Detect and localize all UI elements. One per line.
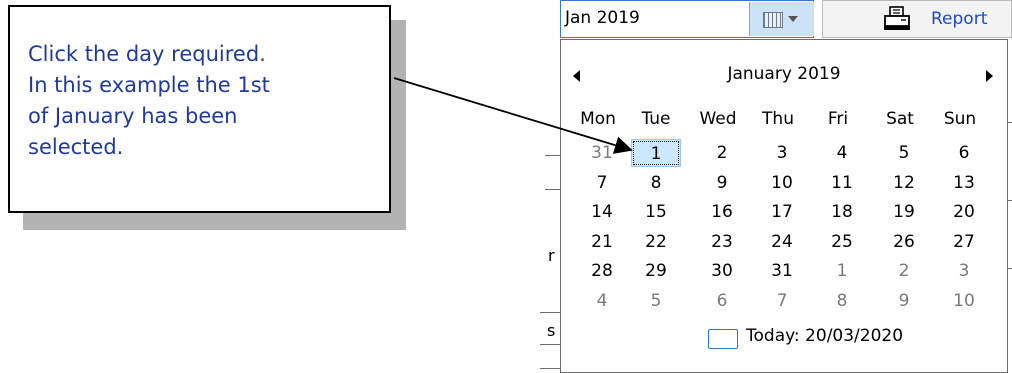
calendar-day[interactable]: 1 <box>631 139 681 167</box>
bg-fragment-s: s <box>547 321 556 340</box>
calendar-day[interactable]: 6 <box>935 139 993 167</box>
callout-text: Click the day required. In this example … <box>28 42 270 159</box>
calendar-day[interactable]: 4 <box>813 139 871 167</box>
month-date-picker[interactable]: Jan 2019 <box>560 0 814 38</box>
month-title[interactable]: January 2019 <box>561 64 1007 84</box>
today-label[interactable]: Today: 20/03/2020 <box>746 326 903 346</box>
calendar-day[interactable]: 19 <box>875 198 933 226</box>
calendar-day[interactable]: 31 <box>573 139 631 167</box>
calendar-day[interactable]: 1 <box>813 257 871 285</box>
calendar-day[interactable]: 21 <box>573 228 631 256</box>
calendar-day[interactable]: 28 <box>573 257 631 285</box>
weekday-label: Tue <box>641 109 671 129</box>
calendar-day[interactable]: 24 <box>753 228 811 256</box>
calendar-day[interactable]: 25 <box>813 228 871 256</box>
weekday-label: Sun <box>943 109 977 129</box>
today-indicator[interactable] <box>708 329 738 349</box>
bg-divider <box>545 189 560 190</box>
weekday-label: Sat <box>886 109 914 129</box>
calendar-day[interactable]: 18 <box>813 198 871 226</box>
printer-icon <box>884 6 910 30</box>
calendar-day[interactable]: 2 <box>875 257 933 285</box>
calendar-day[interactable]: 26 <box>875 228 933 256</box>
calendar-day[interactable]: 31 <box>753 257 811 285</box>
calendar-day[interactable]: 17 <box>753 198 811 226</box>
calendar-day[interactable]: 15 <box>631 198 681 226</box>
weekday-label: Mon <box>580 109 616 129</box>
calendar-day[interactable]: 3 <box>753 139 811 167</box>
chevron-down-icon <box>788 16 798 22</box>
bg-divider <box>540 312 560 313</box>
calendar-day[interactable]: 12 <box>875 169 933 197</box>
bg-divider <box>540 344 560 345</box>
bg-divider <box>1008 268 1012 269</box>
calendar-popup: January 2019 Mon Tue Wed Thu Fri Sat Sun 31 1 2 3… <box>560 39 1008 373</box>
calendar-day[interactable]: 23 <box>693 228 751 256</box>
calendar-dropdown-button[interactable] <box>749 2 814 36</box>
calendar-day[interactable]: 7 <box>573 169 631 197</box>
calendar-day[interactable]: 13 <box>935 169 993 197</box>
date-input-value[interactable]: Jan 2019 <box>565 8 640 28</box>
bg-fragment-r: r <box>548 246 555 265</box>
bg-divider <box>1008 122 1012 123</box>
weekday-header-row: Mon Tue Wed Thu Fri Sat Sun <box>561 109 1007 135</box>
calendar-day[interactable]: 20 <box>935 198 993 226</box>
calendar-day[interactable]: 10 <box>753 169 811 197</box>
weekday-label: Fri <box>827 109 849 129</box>
calendar-day[interactable]: 4 <box>573 287 631 315</box>
calendar-day[interactable]: 9 <box>693 169 751 197</box>
calendar-day[interactable]: 10 <box>935 287 993 315</box>
calendar-day[interactable]: 6 <box>693 287 751 315</box>
report-label[interactable]: Report <box>931 9 987 29</box>
calendar-day[interactable]: 29 <box>631 257 681 285</box>
next-month-icon[interactable] <box>986 70 993 82</box>
calendar-day[interactable]: 22 <box>631 228 681 256</box>
bg-divider <box>1008 200 1012 201</box>
weekday-label: Wed <box>699 109 737 129</box>
calendar-day[interactable]: 9 <box>875 287 933 315</box>
calendar-day[interactable]: 5 <box>875 139 933 167</box>
report-button[interactable]: Report <box>822 0 1012 38</box>
calendar-day[interactable]: 5 <box>631 287 681 315</box>
calendar-day[interactable]: 27 <box>935 228 993 256</box>
calendar-day[interactable]: 8 <box>813 287 871 315</box>
bg-divider <box>545 155 560 156</box>
calendar-day[interactable]: 3 <box>935 257 993 285</box>
calendar-icon <box>763 12 783 28</box>
calendar-day[interactable]: 8 <box>631 169 681 197</box>
calendar-day[interactable]: 14 <box>573 198 631 226</box>
calendar-header: January 2019 <box>561 64 1007 88</box>
instruction-callout: Click the day required. In this example … <box>8 5 391 213</box>
calendar-day[interactable]: 2 <box>693 139 751 167</box>
calendar-day[interactable]: 30 <box>693 257 751 285</box>
calendar-day[interactable]: 7 <box>753 287 811 315</box>
weekday-label: Thu <box>762 109 794 129</box>
calendar-day[interactable]: 11 <box>813 169 871 197</box>
calendar-day[interactable]: 16 <box>693 198 751 226</box>
